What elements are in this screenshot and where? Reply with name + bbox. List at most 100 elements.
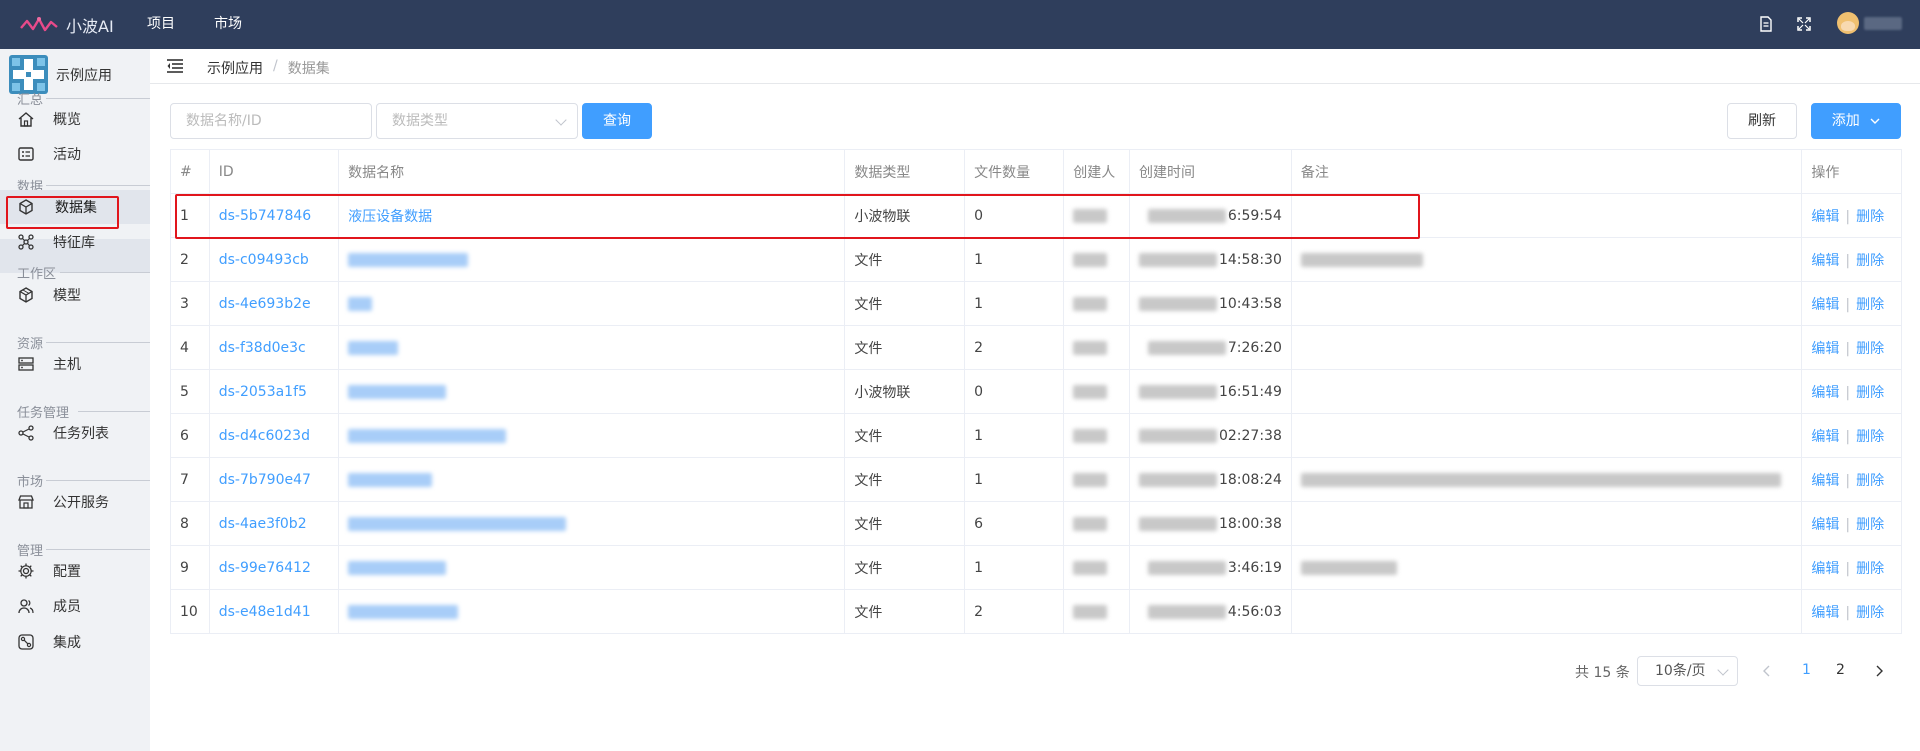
breadcrumb-current: 数据集 xyxy=(287,61,330,77)
dataset-id-link[interactable]: ds-c09493cb xyxy=(219,252,309,268)
sidebar-item-public-services[interactable]: 公开服务 xyxy=(0,485,150,519)
sidebar-item-host[interactable]: 主机 xyxy=(0,347,150,381)
feature-graph-icon xyxy=(18,234,34,250)
sidebar-item-integration[interactable]: 集成 xyxy=(0,625,150,659)
username-redacted[interactable] xyxy=(1864,17,1902,30)
table-row[interactable]: 8 ds-4ae3f0b2 文件 6 18:00:38 编辑 | 删除 xyxy=(170,501,1902,546)
fullscreen-icon[interactable] xyxy=(1795,15,1813,33)
delete-link[interactable]: 删除 xyxy=(1856,605,1884,621)
table-row[interactable]: 3 ds-4e693b2e 文件 1 10:43:58 编辑 | 删除 xyxy=(170,281,1902,326)
refresh-button[interactable]: 刷新 xyxy=(1727,103,1797,139)
op-separator: | xyxy=(1845,560,1851,577)
dataset-id-link[interactable]: ds-e48e1d41 xyxy=(219,604,311,620)
dataset-name-redacted[interactable] xyxy=(348,340,399,355)
col-creator: 创建人 xyxy=(1063,149,1130,194)
dataset-type: 文件 xyxy=(844,237,966,282)
edit-link[interactable]: 编辑 xyxy=(1811,341,1839,357)
edit-link[interactable]: 编辑 xyxy=(1811,517,1839,533)
col-created-time: 创建时间 xyxy=(1128,149,1292,194)
dataset-id-link[interactable]: ds-f38d0e3c xyxy=(219,340,306,356)
table-row[interactable]: 5 ds-2053a1f5 小波物联 0 16:51:49 编辑 | 删除 xyxy=(170,369,1902,414)
table-row[interactable]: 4 ds-f38d0e3c 文件 2 7:26:20 编辑 | 删除 xyxy=(170,325,1902,370)
created-time: 10:43:58 xyxy=(1218,295,1282,312)
sidebar-item-model[interactable]: 模型 xyxy=(0,278,150,312)
dataset-type: 文件 xyxy=(844,281,966,326)
dataset-id-link[interactable]: ds-7b790e47 xyxy=(219,472,311,488)
breadcrumb-bar: 示例应用 / 数据集 xyxy=(150,49,1920,84)
row-index: 6 xyxy=(170,413,210,458)
edit-link[interactable]: 编辑 xyxy=(1811,429,1839,445)
file-count: 1 xyxy=(964,545,1065,590)
delete-link[interactable]: 删除 xyxy=(1856,253,1884,269)
breadcrumb-parent[interactable]: 示例应用 xyxy=(207,58,263,78)
brand-logo[interactable]: 小波AI xyxy=(20,13,114,37)
row-highlight-box xyxy=(175,194,1420,239)
delete-link[interactable]: 删除 xyxy=(1856,429,1884,445)
sidebar-item-task-list[interactable]: 任务列表 xyxy=(0,416,150,450)
next-page-icon[interactable] xyxy=(1874,664,1884,678)
dataset-name-input[interactable]: 数据名称/ID xyxy=(170,103,372,139)
dataset-id-link[interactable]: ds-99e76412 xyxy=(219,560,311,576)
document-icon[interactable] xyxy=(1757,15,1775,33)
dataset-name-redacted[interactable] xyxy=(348,296,373,311)
chevron-down-icon xyxy=(1717,664,1729,676)
nav-projects[interactable]: 项目 xyxy=(147,0,175,49)
op-separator: | xyxy=(1845,384,1851,401)
edit-link[interactable]: 编辑 xyxy=(1811,297,1839,313)
dataset-name-redacted[interactable] xyxy=(348,252,469,267)
row-index: 2 xyxy=(170,237,210,282)
page-size-select[interactable]: 10条/页 xyxy=(1637,656,1738,686)
dataset-name-redacted[interactable] xyxy=(348,604,459,619)
table-row[interactable]: 6 ds-d4c6023d 文件 1 02:27:38 编辑 | 删除 xyxy=(170,413,1902,458)
col-type: 数据类型 xyxy=(844,149,966,194)
dataset-id-link[interactable]: ds-4e693b2e xyxy=(219,296,311,312)
user-avatar[interactable] xyxy=(1837,12,1859,34)
dataset-type-select[interactable]: 数据类型 xyxy=(376,103,578,139)
dataset-name-redacted[interactable] xyxy=(348,384,447,399)
page-2[interactable]: 2 xyxy=(1836,662,1845,678)
page-1[interactable]: 1 xyxy=(1802,662,1811,678)
top-navbar: 小波AI 项目 市场 xyxy=(0,0,1920,49)
integration-icon xyxy=(18,634,34,650)
delete-link[interactable]: 删除 xyxy=(1856,561,1884,577)
sidebar-item-members[interactable]: 成员 xyxy=(0,589,150,623)
sidebar-item-activity[interactable]: 活动 xyxy=(0,137,150,171)
menu-collapse-icon[interactable] xyxy=(167,59,183,73)
table-row[interactable]: 2 ds-c09493cb 文件 1 14:58:30 编辑 | 删除 xyxy=(170,237,1902,282)
section-divider xyxy=(60,272,150,273)
section-divider xyxy=(46,342,150,343)
table-row[interactable]: 10 ds-e48e1d41 文件 2 4:56:03 编辑 | 删除 xyxy=(170,589,1902,634)
edit-link[interactable]: 编辑 xyxy=(1811,253,1839,269)
prev-page-icon[interactable] xyxy=(1762,664,1772,678)
edit-link[interactable]: 编辑 xyxy=(1811,385,1839,401)
dataset-name-redacted[interactable] xyxy=(348,472,433,487)
edit-link[interactable]: 编辑 xyxy=(1811,605,1839,621)
chevron-down-icon xyxy=(555,114,567,126)
edit-link[interactable]: 编辑 xyxy=(1811,473,1839,489)
sidebar-item-overview[interactable]: 概览 xyxy=(0,102,150,136)
table-row[interactable]: 9 ds-99e76412 文件 1 3:46:19 编辑 | 删除 xyxy=(170,545,1902,590)
sidebar-item-config[interactable]: 配置 xyxy=(0,554,150,588)
op-separator: | xyxy=(1845,340,1851,357)
delete-link[interactable]: 删除 xyxy=(1856,385,1884,401)
delete-link[interactable]: 删除 xyxy=(1856,209,1884,225)
dataset-id-link[interactable]: ds-4ae3f0b2 xyxy=(219,516,307,532)
add-button[interactable]: 添加 xyxy=(1811,103,1901,139)
dataset-name-redacted[interactable] xyxy=(348,516,567,531)
query-button[interactable]: 查询 xyxy=(582,103,652,139)
dataset-name-redacted[interactable] xyxy=(348,428,507,443)
edit-link[interactable]: 编辑 xyxy=(1811,561,1839,577)
sidebar-item-feature-store[interactable]: 特征库 xyxy=(0,225,150,259)
dataset-id-link[interactable]: ds-2053a1f5 xyxy=(219,384,307,400)
dataset-name-redacted[interactable] xyxy=(348,560,447,575)
delete-link[interactable]: 删除 xyxy=(1856,297,1884,313)
dataset-id-link[interactable]: ds-d4c6023d xyxy=(219,428,310,444)
delete-link[interactable]: 删除 xyxy=(1856,473,1884,489)
edit-link[interactable]: 编辑 xyxy=(1811,209,1839,225)
delete-link[interactable]: 删除 xyxy=(1856,517,1884,533)
table-row[interactable]: 7 ds-7b790e47 文件 1 18:08:24 编辑 | 删除 xyxy=(170,457,1902,502)
nav-market[interactable]: 市场 xyxy=(214,0,242,49)
activity-icon xyxy=(18,147,34,161)
server-icon xyxy=(18,357,34,371)
delete-link[interactable]: 删除 xyxy=(1856,341,1884,357)
